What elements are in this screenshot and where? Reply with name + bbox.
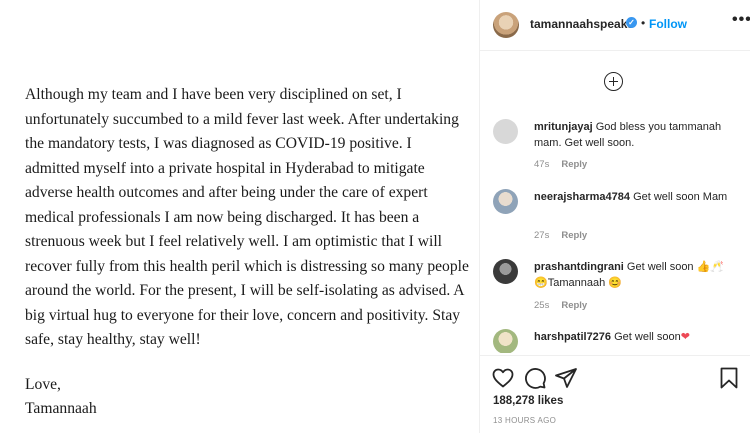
author-username[interactable]: tamannaahspeaks <box>530 17 634 31</box>
header-separator: • <box>641 16 646 30</box>
commenter-avatar[interactable] <box>493 189 518 214</box>
likes-count[interactable]: 188,278 likes <box>493 395 563 407</box>
comment-username[interactable]: mritunjayaj <box>534 121 593 133</box>
heart-emoji-icon: ❤ <box>680 331 690 343</box>
comment-body: Get well soon Mam <box>633 191 728 203</box>
comment-meta: 47s Reply <box>534 159 599 170</box>
follow-button[interactable]: Follow <box>649 17 687 31</box>
share-icon[interactable] <box>554 366 578 390</box>
statement-letter: Although my team and I have been very di… <box>25 83 470 422</box>
post-timestamp: 13 HOURS AGO <box>493 416 557 425</box>
comment-meta: 25s Reply <box>534 300 599 311</box>
author-avatar[interactable] <box>493 12 519 38</box>
letter-paragraph: Although my team and I have been very di… <box>25 86 469 348</box>
more-options-icon[interactable]: ••• <box>732 11 750 29</box>
commenter-avatar[interactable] <box>493 329 518 353</box>
comment-time: 25s <box>534 300 550 311</box>
comment-text: prashantdingrani Get well soon 👍🥂 😁Taman… <box>534 259 739 291</box>
comment-time: 47s <box>534 159 550 170</box>
comment-text: harshpatil7276 Get well soon❤ <box>534 329 738 345</box>
post-sidebar: tamannaahspeaks ✓ • Follow ••• mritunjay… <box>480 0 750 433</box>
comment-text: neerajsharma4784 Get well soon Mam <box>534 189 739 205</box>
comment-username[interactable]: harshpatil7276 <box>534 331 611 343</box>
bookmark-icon[interactable] <box>717 366 741 390</box>
comment-meta: 27s Reply <box>534 230 599 241</box>
comment-body: Get well soon <box>614 331 681 343</box>
comment-username[interactable]: neerajsharma4784 <box>534 191 630 203</box>
post-image: Although my team and I have been very di… <box>0 0 480 433</box>
verified-badge-icon: ✓ <box>626 17 637 28</box>
post-header: tamannaahspeaks ✓ • Follow ••• <box>480 0 750 51</box>
commenter-avatar[interactable] <box>493 259 518 284</box>
comment: harshpatil7276 Get well soon❤ <box>493 329 738 353</box>
commenter-avatar[interactable] <box>493 119 518 144</box>
comment-time: 27s <box>534 230 550 241</box>
letter-signature: Tamannaah <box>25 400 97 417</box>
comment-icon[interactable] <box>523 366 547 390</box>
comment-text: mritunjayaj God bless you tammanah mam. … <box>534 119 739 151</box>
reply-button[interactable]: Reply <box>561 300 587 311</box>
letter-sign-off: Love, <box>25 375 61 393</box>
heart-icon[interactable] <box>491 366 515 390</box>
load-more-comments-icon[interactable] <box>604 72 623 91</box>
reply-button[interactable]: Reply <box>561 230 587 241</box>
post-actions: 188,278 likes 13 HOURS AGO <box>480 355 750 434</box>
reply-button[interactable]: Reply <box>561 159 587 170</box>
comment-username[interactable]: prashantdingrani <box>534 261 624 273</box>
